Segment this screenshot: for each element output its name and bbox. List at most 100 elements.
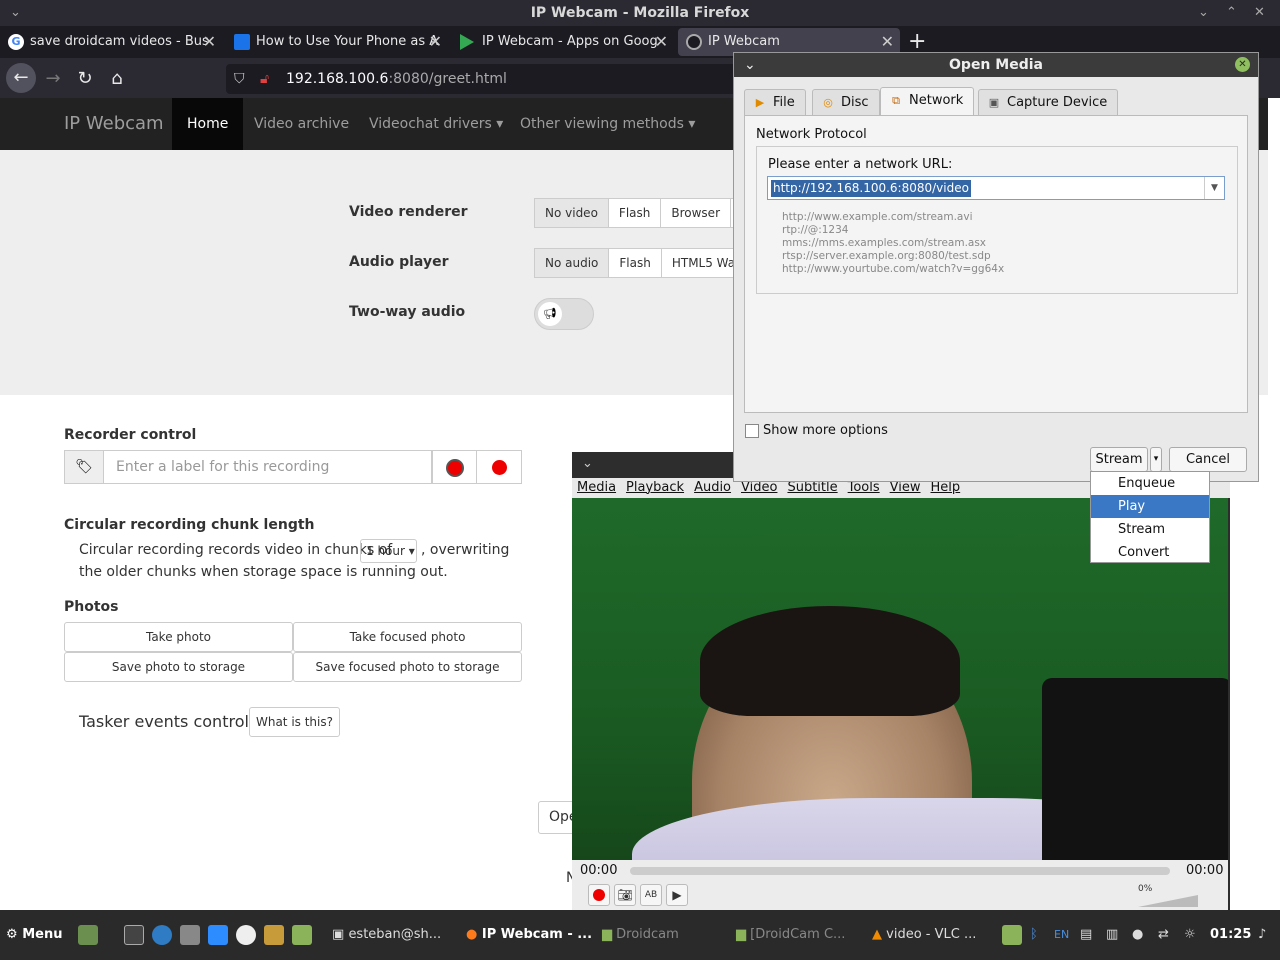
menu-enqueue[interactable]: Enqueue <box>1091 472 1209 495</box>
screenshot-icon[interactable] <box>180 925 200 945</box>
take-photo-button[interactable]: Take photo <box>64 622 293 652</box>
record-icon[interactable] <box>588 884 610 906</box>
task-vlc[interactable]: ▲ video - VLC ... <box>872 924 976 946</box>
menu-convert[interactable]: Convert <box>1091 541 1209 564</box>
menu-playback[interactable]: Playback <box>621 478 689 498</box>
chunk-length-select[interactable]: 1 hour ▾ <box>360 539 417 563</box>
start-menu-button[interactable]: ⚙ Menu <box>6 924 62 946</box>
url-value: http://192.168.100.6:8080/video <box>771 180 971 197</box>
menu-audio[interactable]: Audio <box>689 478 736 498</box>
audio-player-group: No audio Flash HTML5 Wav <box>534 248 754 278</box>
bluetooth-icon[interactable]: ᛒ <box>1030 924 1038 946</box>
two-way-audio-toggle[interactable]: 📢︎ <box>534 298 594 330</box>
take-focused-photo-button[interactable]: Take focused photo <box>293 622 522 652</box>
task-firefox[interactable]: ● IP Webcam - ... <box>466 924 592 946</box>
record-alt-button[interactable] <box>476 450 522 484</box>
printer-icon[interactable]: ▤ <box>1080 924 1092 946</box>
maximize-icon[interactable]: ⌃ <box>1226 0 1237 26</box>
zoom-icon[interactable] <box>208 925 228 945</box>
nav-home[interactable]: Home <box>172 98 244 150</box>
caret-down-icon: ▾ <box>408 544 415 558</box>
droidcam-tray-icon[interactable] <box>1002 925 1022 945</box>
user-icon[interactable]: ● <box>1132 924 1143 946</box>
webcam-app-icon[interactable] <box>236 925 256 945</box>
nav-video-archive[interactable]: Video archive <box>239 98 364 150</box>
cancel-button[interactable]: Cancel <box>1169 447 1247 472</box>
close-dialog-icon[interactable]: ✕ <box>1235 57 1250 72</box>
network-url-input[interactable]: http://192.168.100.6:8080/video ▼ <box>767 176 1225 200</box>
task-droidcam-client[interactable]: ▆ [DroidCam C... <box>736 924 845 946</box>
tab-label: Network <box>909 93 964 108</box>
task-terminal[interactable]: ▣ esteban@sh... <box>332 924 441 946</box>
site-icon <box>234 34 250 50</box>
window-title: IP Webcam - Mozilla Firefox <box>530 5 750 21</box>
audio-no-audio[interactable]: No audio <box>534 248 610 278</box>
renderer-browser[interactable]: Browser <box>660 198 732 228</box>
save-photo-button[interactable]: Save photo to storage <box>64 652 293 682</box>
record-button[interactable] <box>432 450 477 484</box>
volume-slider[interactable] <box>1138 895 1198 907</box>
url-bar[interactable]: ⛉ 🔓︎ 192.168.100.6:8080/greet.html <box>226 64 746 94</box>
snapshot-icon[interactable]: 📷︎ <box>614 884 636 906</box>
browser-icon[interactable] <box>152 925 172 945</box>
menu-play[interactable]: Play <box>1091 495 1209 518</box>
network-tray-icon[interactable]: ⇄ <box>1158 924 1169 946</box>
stream-dropdown-icon[interactable]: ▾ <box>1150 447 1162 472</box>
show-desktop-icon[interactable] <box>78 925 98 945</box>
window-menu-icon[interactable]: ⌄ <box>10 0 21 26</box>
music-note-icon[interactable]: ♪ <box>1258 924 1266 946</box>
seek-slider[interactable] <box>630 867 1170 875</box>
reload-icon[interactable]: ↻ <box>72 66 98 92</box>
menu-stream[interactable]: Stream <box>1091 518 1209 541</box>
terminal-icon[interactable] <box>124 925 144 945</box>
tab-disc[interactable]: ◎ Disc <box>812 89 880 115</box>
nav-videochat-drivers[interactable]: Videochat drivers ▾ <box>354 98 518 150</box>
tab-capture-device[interactable]: ▣ Capture Device <box>978 89 1119 115</box>
forward-icon[interactable]: → <box>40 66 66 92</box>
stream-button[interactable]: Stream <box>1090 447 1148 472</box>
insecure-lock-icon: 🔓︎ <box>260 71 270 87</box>
close-window-icon[interactable]: ✕ <box>1254 0 1265 26</box>
nav-other-viewing[interactable]: Other viewing methods ▾ <box>505 98 710 150</box>
brightness-icon[interactable]: ☼ <box>1184 924 1196 946</box>
renderer-no-video[interactable]: No video <box>534 198 609 228</box>
clipboard-icon[interactable]: ▥ <box>1106 924 1118 946</box>
save-focused-photo-button[interactable]: Save focused photo to storage <box>293 652 522 682</box>
show-more-label[interactable]: Show more options <box>763 423 888 438</box>
close-tab-icon[interactable]: ✕ <box>655 28 668 56</box>
minimize-icon[interactable]: ⌄ <box>1198 0 1209 26</box>
renderer-flash[interactable]: Flash <box>607 198 662 228</box>
loop-ab-icon[interactable]: AB <box>640 884 662 906</box>
close-tab-icon[interactable]: ✕ <box>429 28 442 56</box>
dropdown-arrow-icon[interactable]: ▼ <box>1204 177 1224 199</box>
dialog-titlebar: ⌄ Open Media ✕ <box>734 53 1258 77</box>
window-menu-icon[interactable]: ⌄ <box>744 53 756 77</box>
what-is-this-button[interactable]: What is this? <box>249 707 340 737</box>
taskbar: ⚙ Menu ▣ esteban@sh... ● IP Webcam - ...… <box>0 910 1280 960</box>
folder-icon[interactable] <box>292 925 312 945</box>
audio-flash[interactable]: Flash <box>608 248 662 278</box>
tab-play-store[interactable]: IP Webcam - Apps on Goog ✕ <box>452 28 674 56</box>
menu-media[interactable]: Media <box>572 478 621 498</box>
home-icon[interactable]: ⌂ <box>104 66 130 92</box>
site-brand[interactable]: IP Webcam <box>64 98 164 150</box>
nav-label: Videochat drivers <box>369 116 492 132</box>
media-app-icon[interactable] <box>264 925 284 945</box>
window-menu-icon[interactable]: ⌄ <box>582 456 593 471</box>
tab-google-search[interactable]: G save droidcam videos - Bus ✕ <box>0 28 222 56</box>
hint-line: mms://mms.examples.com/stream.asx <box>782 237 987 249</box>
back-icon[interactable]: ← <box>6 63 36 93</box>
tasker-dropdown[interactable]: Tasker events control ▾ <box>79 712 260 731</box>
close-tab-icon[interactable]: ✕ <box>203 28 216 56</box>
recording-label-input[interactable]: Enter a label for this recording <box>103 450 432 484</box>
video-renderer-label: Video renderer <box>349 204 468 220</box>
tab-network[interactable]: ⧉ Network <box>880 87 975 116</box>
language-indicator[interactable]: EN <box>1054 924 1069 946</box>
show-more-checkbox[interactable] <box>745 424 759 438</box>
megaphone-icon: 📢︎ <box>538 302 562 326</box>
task-droidcam[interactable]: ▆ Droidcam <box>602 924 679 946</box>
frame-step-icon[interactable]: ▶ <box>666 884 688 906</box>
tab-label: IP Webcam <box>708 34 780 49</box>
tab-file[interactable]: ▶ File <box>744 89 806 115</box>
tab-how-to[interactable]: How to Use Your Phone as A ✕ <box>226 28 448 56</box>
